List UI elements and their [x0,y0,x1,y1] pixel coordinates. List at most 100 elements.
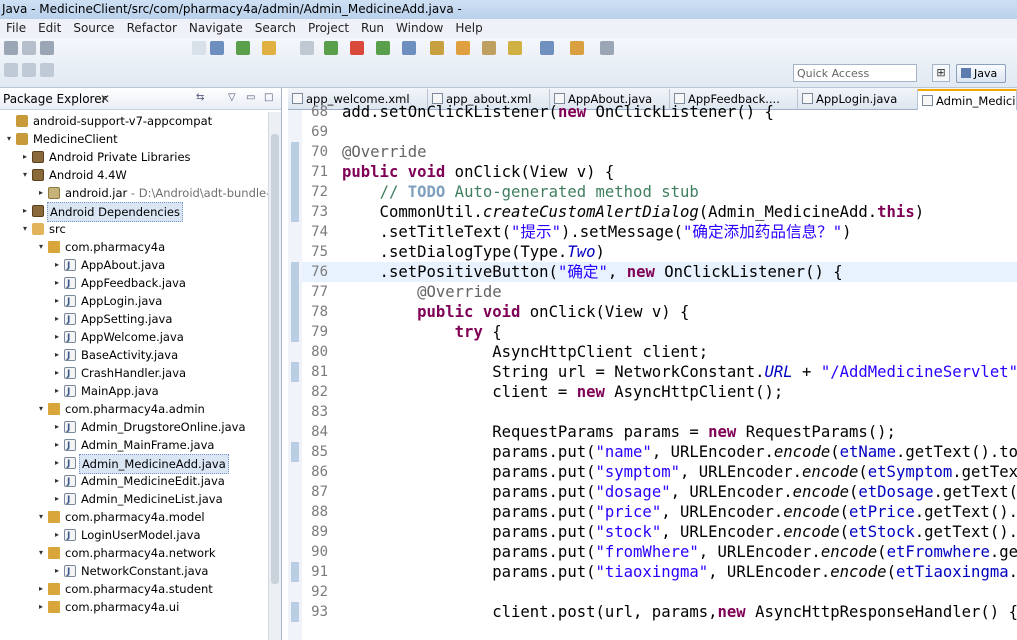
tree-scrollbar[interactable] [268,112,281,640]
toolbar-button-icon[interactable] [40,63,54,77]
tree-item[interactable]: ▸ MainApp.java [0,382,268,401]
collapsed-arrow-icon[interactable]: ▸ [52,490,62,508]
menu-project[interactable]: Project [302,19,355,38]
toolbar-button-icon[interactable] [376,41,390,55]
toolbar-button-icon[interactable] [4,41,18,55]
tree-item[interactable]: ▾ com.pharmacy4a.model [0,508,268,526]
tree-item[interactable]: ▸ AppSetting.java [0,310,268,329]
collapsed-arrow-icon[interactable] [4,112,14,130]
menu-file[interactable]: File [0,19,32,38]
collapsed-arrow-icon[interactable]: ▸ [52,292,62,310]
code-line[interactable]: 70 @Override [302,142,1017,162]
java-perspective-button[interactable]: Java [956,64,1006,83]
toolbar-button-icon[interactable] [262,41,276,55]
quick-access-input[interactable]: Quick Access [793,64,917,82]
menu-source[interactable]: Source [67,19,120,38]
expanded-arrow-icon[interactable]: ▾ [20,166,30,184]
package-explorer-title[interactable]: Package Explorer [3,88,107,110]
code-line[interactable]: 71 public void onClick(View v) { [302,162,1017,182]
menu-edit[interactable]: Edit [32,19,67,38]
toolbar-button-icon[interactable] [192,41,206,55]
close-icon[interactable]: ✕ [100,88,110,110]
collapsed-arrow-icon[interactable]: ▸ [52,418,62,436]
code-line[interactable]: 93 client.post(url, params,new AsyncHttp… [302,602,1017,622]
minimize-icon[interactable]: ▭ [246,92,258,104]
toolbar-button-icon[interactable] [324,41,338,55]
tree-item[interactable]: android-support-v7-appcompat [0,112,268,130]
code-line[interactable]: 78 public void onClick(View v) { [302,302,1017,322]
expanded-arrow-icon[interactable]: ▾ [36,400,46,418]
collapsed-arrow-icon[interactable]: ▸ [52,472,62,490]
menu-navigate[interactable]: Navigate [183,19,249,38]
tree-item[interactable]: ▸ Admin_MedicineEdit.java [0,472,268,491]
code-line[interactable]: 86 params.put("symptom", URLEncoder.enco… [302,462,1017,482]
expanded-arrow-icon[interactable]: ▾ [36,544,46,562]
toolbar-button-icon[interactable] [22,63,36,77]
toolbar-button-icon[interactable] [402,41,416,55]
collapsed-arrow-icon[interactable]: ▸ [36,184,46,202]
collapsed-arrow-icon[interactable]: ▸ [52,382,62,400]
tree-item[interactable]: ▾ com.pharmacy4a.admin [0,400,268,418]
tree-item[interactable]: ▸ android.jar - D:\Android\adt-bundle-wir [0,184,281,202]
tree-item[interactable]: ▸ Android Dependencies [0,202,268,222]
code-line[interactable]: 68 add.setOnClickListener(new OnClickList… [302,102,1017,122]
collapsed-arrow-icon[interactable]: ▸ [52,310,62,328]
code-line[interactable]: 69 [302,122,1017,142]
toolbar-button-icon[interactable] [540,41,554,55]
tree-item[interactable]: ▸ Admin_MedicineList.java [0,490,268,509]
tree-item[interactable]: ▸ CrashHandler.java [0,364,268,383]
toolbar-button-icon[interactable] [570,41,584,55]
tree-item[interactable]: ▸ BaseActivity.java [0,346,268,365]
tree-item[interactable]: ▸ Admin_MainFrame.java [0,436,268,455]
menu-refactor[interactable]: Refactor [121,19,183,38]
tree-item[interactable]: ▾ Android 4.4W [0,166,268,184]
code-line[interactable]: 75 .setDialogType(Type.Two) [302,242,1017,262]
code-line[interactable]: 80 AsyncHttpClient client; [302,342,1017,362]
code-line[interactable]: 72 // TODO Auto-generated method stub [302,182,1017,202]
code-line[interactable]: 79 try { [302,322,1017,342]
tree-item[interactable]: ▾ com.pharmacy4a [0,238,268,256]
tree-item[interactable]: ▸ AppAbout.java [0,256,268,275]
code-line[interactable]: 76 .setPositiveButton("确定", new OnClickL… [302,262,1017,282]
toolbar-button-icon[interactable] [482,41,496,55]
expanded-arrow-icon[interactable]: ▾ [20,220,30,238]
tree-item[interactable]: ▸ AppLogin.java [0,292,268,311]
code-line[interactable]: 90 params.put("fromWhere", URLEncoder.en… [302,542,1017,562]
toolbar-button-icon[interactable] [236,41,250,55]
tree-item[interactable]: ▸ com.pharmacy4a.ui [0,598,268,616]
toolbar-button-icon[interactable] [4,63,18,77]
collapsed-arrow-icon[interactable]: ▸ [52,346,62,364]
menu-run[interactable]: Run [355,19,390,38]
collapsed-arrow-icon[interactable]: ▸ [52,436,62,454]
toolbar-button-icon[interactable] [350,41,364,55]
code-line[interactable]: 83 [302,402,1017,422]
expanded-arrow-icon[interactable]: ▾ [36,238,46,256]
code-line[interactable]: 89 params.put("stock", URLEncoder.encode… [302,522,1017,542]
menu-help[interactable]: Help [449,19,488,38]
collapsed-arrow-icon[interactable]: ▸ [20,148,30,166]
toolbar-button-icon[interactable] [456,41,470,55]
code-line[interactable]: 91 params.put("tiaoxingma", URLEncoder.e… [302,562,1017,582]
tree-item[interactable]: ▸ com.pharmacy4a.student [0,580,268,598]
tree-item[interactable]: ▾ src [0,220,268,238]
code-area[interactable]: 68 add.setOnClickListener(new OnClickList… [302,103,1017,640]
code-line[interactable]: 73 CommonUtil.createCustomAlertDialog(Ad… [302,202,1017,222]
collapsed-arrow-icon[interactable]: ▸ [52,274,62,292]
code-line[interactable]: 84 RequestParams params = new RequestPar… [302,422,1017,442]
collapsed-arrow-icon[interactable]: ▸ [52,364,62,382]
toolbar-button-icon[interactable] [40,41,54,55]
collapse-icon[interactable]: ▽ [228,92,240,104]
tree-item[interactable]: ▸ AppFeedback.java [0,274,268,293]
toolbar-button-icon[interactable] [600,41,614,55]
collapsed-arrow-icon[interactable]: ▸ [52,526,62,544]
code-line[interactable]: 77 @Override [302,282,1017,302]
collapsed-arrow-icon[interactable]: ▸ [52,562,62,580]
collapsed-arrow-icon[interactable]: ▸ [52,256,62,274]
tree-item[interactable]: ▾ MedicineClient [0,130,268,148]
tree-item[interactable]: ▸ Android Private Libraries [0,148,268,166]
code-line[interactable]: 81 String url = NetworkConstant.URL + "/… [302,362,1017,382]
code-line[interactable]: 74 .setTitleText("提示").setMessage("确定添加药… [302,222,1017,242]
menu-search[interactable]: Search [249,19,302,38]
collapsed-arrow-icon[interactable]: ▸ [52,454,62,472]
tree-item[interactable]: ▸ LoginUserModel.java [0,526,268,545]
